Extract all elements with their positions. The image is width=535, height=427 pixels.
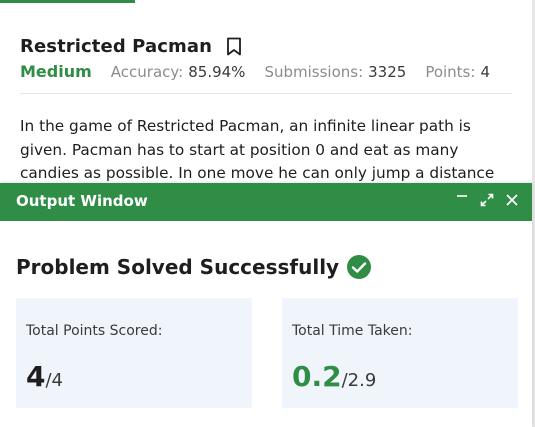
statement-line: In the game of Restricted Pacman, an inf… <box>20 117 471 135</box>
output-window: Output Window Problem Solved Successfull… <box>0 183 532 427</box>
points-scored-card: Total Points Scored: 4/4 <box>16 298 252 408</box>
points-scored-value-row: 4/4 <box>26 360 63 393</box>
time-taken-value-row: 0.2/2.9 <box>292 360 376 393</box>
points-scored-value: 4 <box>26 360 46 393</box>
time-taken-card: Total Time Taken: 0.2/2.9 <box>282 298 518 408</box>
output-window-header: Output Window <box>0 183 532 221</box>
output-window-title: Output Window <box>16 192 148 210</box>
submissions-label: Submissions: <box>264 63 364 81</box>
bookmark-icon[interactable] <box>226 37 242 56</box>
points-label: Points: <box>425 63 476 81</box>
time-taken-total: /2.9 <box>341 370 377 391</box>
expand-icon[interactable] <box>479 192 495 208</box>
progress-indicator <box>0 0 135 3</box>
window-controls <box>454 192 520 208</box>
statement-line: candies as possible. In one move he can … <box>20 164 495 182</box>
time-taken-value: 0.2 <box>292 360 342 393</box>
status-text: Problem Solved Successfully <box>16 255 340 279</box>
points-scored-label: Total Points Scored: <box>26 323 163 339</box>
points-value: 4 <box>480 63 490 81</box>
problem-meta: Medium Accuracy: 85.94% Submissions: 332… <box>20 62 509 81</box>
difficulty-badge: Medium <box>20 62 92 81</box>
statement-line: given. Pacman has to start at position 0… <box>20 140 459 159</box>
title-row: Restricted Pacman <box>20 36 242 57</box>
close-icon[interactable] <box>504 192 520 208</box>
problem-title: Restricted Pacman <box>20 36 213 57</box>
points-scored-total: /4 <box>45 370 64 391</box>
submissions-value: 3325 <box>368 63 407 81</box>
result-status: Problem Solved Successfully <box>16 254 372 280</box>
accuracy-value: 85.94% <box>188 63 246 81</box>
problem-statement: In the game of Restricted Pacman, an inf… <box>20 115 515 186</box>
accuracy-label: Accuracy: <box>110 63 184 81</box>
check-circle-icon <box>346 254 372 280</box>
minimize-icon[interactable] <box>454 192 470 208</box>
divider <box>20 93 512 94</box>
time-taken-label: Total Time Taken: <box>292 323 413 339</box>
